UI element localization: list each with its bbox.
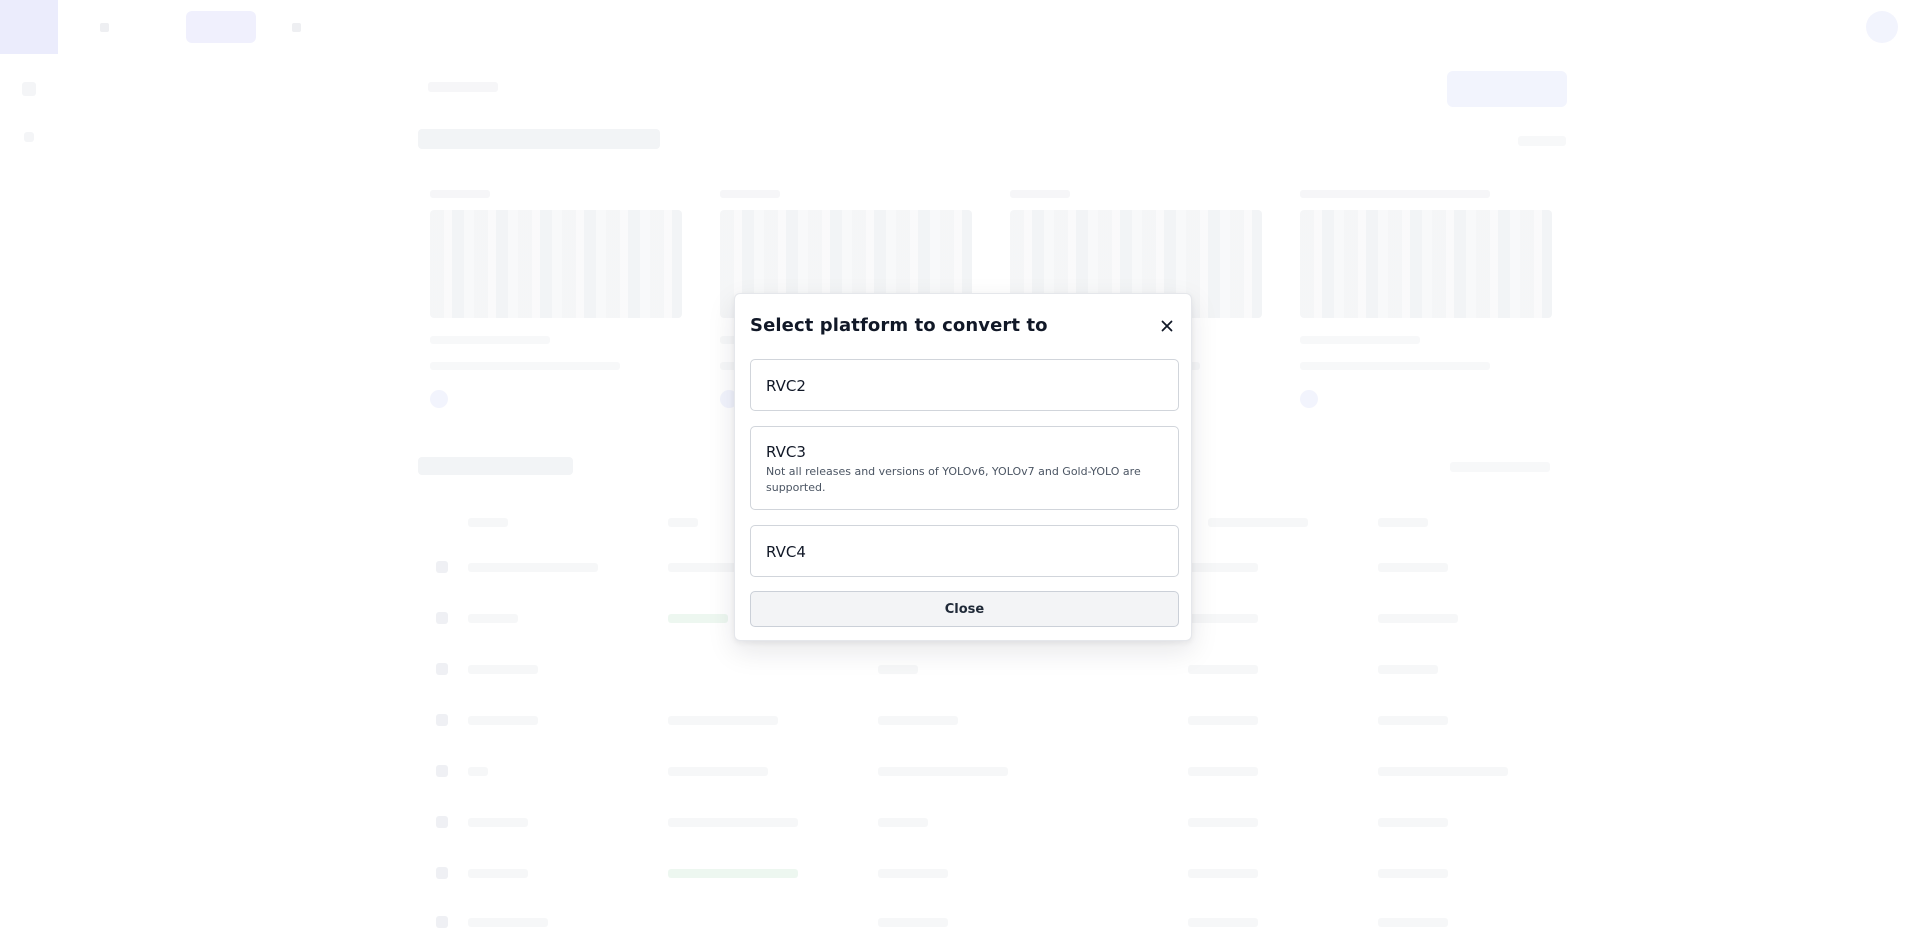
option-label: RVC3 (766, 443, 806, 461)
app-root: Select platform to convert to RVC2 RVC3 … (0, 0, 1915, 931)
option-label: RVC2 (766, 377, 806, 395)
option-description: Not all releases and versions of YOLOv6,… (766, 465, 1141, 494)
platform-option-rvc3[interactable]: RVC3 Not all releases and versions of YO… (750, 426, 1179, 510)
dialog-close-button[interactable] (1155, 314, 1179, 338)
close-icon (1161, 320, 1173, 332)
option-label: RVC4 (766, 543, 806, 561)
convert-platform-dialog: Select platform to convert to RVC2 RVC3 … (734, 293, 1192, 641)
dialog-title: Select platform to convert to (750, 315, 1048, 336)
platform-option-rvc4[interactable]: RVC4 (750, 525, 1179, 577)
close-button[interactable]: Close (750, 591, 1179, 627)
platform-option-rvc2[interactable]: RVC2 (750, 359, 1179, 411)
